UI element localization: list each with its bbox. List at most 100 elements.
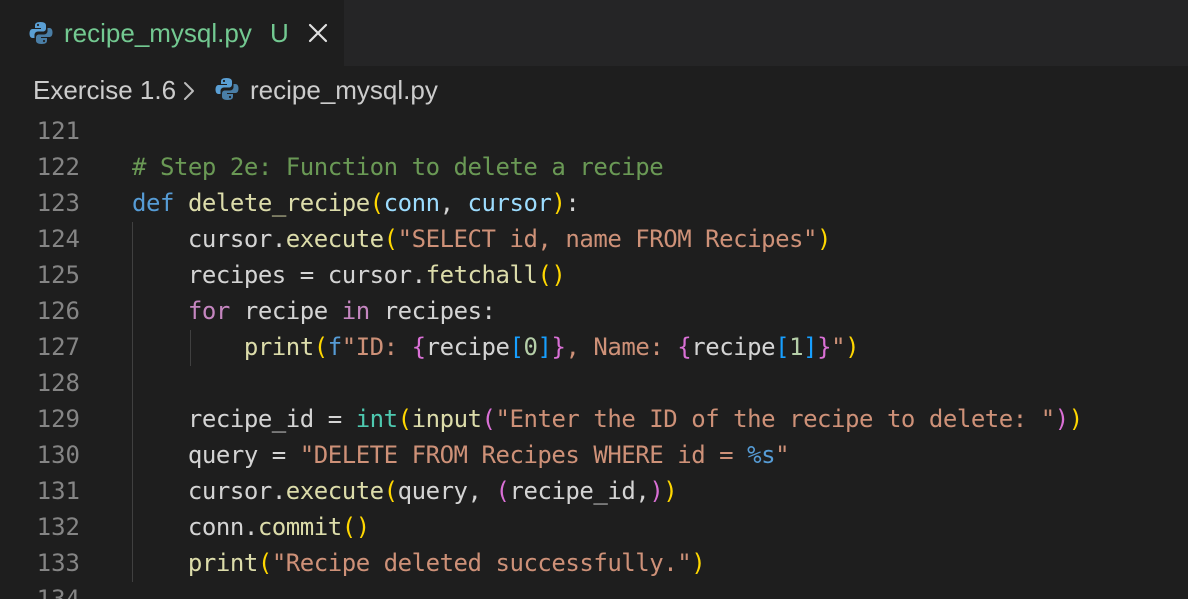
code-token: . [411, 261, 426, 289]
code-token: , [439, 189, 468, 217]
code-line[interactable]: 133 print("Recipe deleted successfully."… [0, 545, 1188, 581]
code-token: ( [481, 405, 496, 433]
code-editor[interactable]: 121 122 # Step 2e: Function to delete a re… [0, 114, 1188, 599]
code-token: for [187, 297, 230, 325]
code-text: recipe_id = int(input("Enter the ID of t… [132, 401, 1083, 437]
code-token: recipe_id [509, 477, 636, 505]
code-token: %s [747, 441, 776, 469]
code-line[interactable]: 124 cursor.execute("SELECT id, name FROM… [0, 221, 1188, 257]
code-token: [ [509, 333, 524, 361]
code-token: recipe [425, 333, 510, 361]
code-line[interactable]: 125 recipes = cursor.fetchall() [0, 257, 1188, 293]
code-text: # Step 2e: Function to delete a recipe [132, 149, 664, 185]
code-token: "Recipe deleted successfully." [271, 549, 692, 577]
line-number: 133 [36, 549, 80, 577]
line-number: 130 [36, 441, 80, 469]
code-text: for recipe in recipes: [132, 293, 496, 329]
code-token: delete_recipe [187, 189, 370, 217]
code-text: cursor.execute("SELECT id, name FROM Rec… [132, 221, 832, 257]
breadcrumb-file[interactable]: recipe_mysql.py [250, 74, 438, 106]
code-token: 1 [789, 333, 804, 361]
code-token: ( [397, 405, 412, 433]
code-line[interactable]: 123 def delete_recipe(conn, cursor): [0, 185, 1188, 221]
code-token: commit [257, 513, 342, 541]
code-token: "DELETE FROM Recipes WHERE id = [299, 441, 748, 469]
line-number: 132 [36, 513, 80, 541]
code-line[interactable]: 131 cursor.execute(query, (recipe_id,)) [0, 473, 1188, 509]
code-token: () [341, 513, 370, 541]
code-token: ) [1054, 405, 1069, 433]
code-text: cursor.execute(query, (recipe_id,)) [132, 473, 678, 509]
code-text: def delete_recipe(conn, cursor): [132, 185, 580, 221]
code-token: input [411, 405, 482, 433]
breadcrumb-folder[interactable]: Exercise 1.6 [33, 74, 176, 106]
code-token: f [327, 333, 342, 361]
code-token: cursor [187, 225, 272, 253]
python-file-icon [28, 20, 54, 51]
breadcrumb: Exercise 1.6 recipe_mysql.py [0, 66, 1188, 114]
code-token: , [467, 477, 496, 505]
code-token: "SELECT id, name FROM Recipes" [397, 225, 818, 253]
code-line[interactable]: 130 query = "DELETE FROM Recipes WHERE i… [0, 437, 1188, 473]
line-number: 124 [36, 225, 80, 253]
code-line[interactable]: 122 # Step 2e: Function to delete a recip… [0, 149, 1188, 185]
code-token: recipes [383, 297, 482, 325]
code-token: = [285, 261, 328, 289]
code-token: int [355, 405, 398, 433]
code-token: [ [775, 333, 790, 361]
python-file-icon [214, 76, 240, 107]
code-token: { [411, 333, 426, 361]
code-token: conn [187, 513, 244, 541]
code-token: cursor [327, 261, 412, 289]
code-token: ( [369, 189, 384, 217]
code-token: ) [663, 477, 678, 505]
line-number: 121 [36, 117, 80, 145]
code-token: { [677, 333, 692, 361]
code-text: print(f"ID: {recipe[0]}, Name: {recipe[1… [132, 329, 860, 365]
code-token: recipe_id [187, 405, 314, 433]
line-number: 122 [36, 153, 80, 181]
code-token: ( [257, 549, 272, 577]
code-token: : [565, 189, 580, 217]
code-token: , [635, 477, 650, 505]
code-line[interactable]: 126 for recipe in recipes: [0, 293, 1188, 329]
code-text: print("Recipe deleted successfully.") [132, 545, 706, 581]
code-token: } [817, 333, 832, 361]
code-text: conn.commit() [132, 509, 370, 545]
code-text: query = "DELETE FROM Recipes WHERE id = … [132, 437, 790, 473]
code-token: cursor [187, 477, 272, 505]
code-token: . [271, 225, 286, 253]
code-token: ] [803, 333, 818, 361]
code-line[interactable]: 121 [0, 114, 1188, 149]
close-icon[interactable] [306, 21, 330, 45]
code-token: def [132, 189, 174, 217]
code-line[interactable]: 127 print(f"ID: {recipe[0]}, Name: {reci… [0, 329, 1188, 365]
code-token: execute [285, 477, 384, 505]
tab-filename: recipe_mysql.py [64, 18, 252, 48]
code-token: : [481, 297, 496, 325]
line-number: 127 [36, 333, 80, 361]
editor-tab-recipe-mysql[interactable]: recipe_mysql.py U [0, 0, 344, 66]
code-line[interactable]: 129 recipe_id = int(input("Enter the ID … [0, 401, 1188, 437]
code-line[interactable]: 134 [0, 581, 1188, 599]
code-token: ) [845, 333, 860, 361]
code-line[interactable]: 128 [0, 365, 1188, 401]
code-token: ] [537, 333, 552, 361]
code-token: ) [649, 477, 664, 505]
editor-tab-bar: recipe_mysql.py U [0, 0, 1188, 66]
code-line[interactable]: 132 conn.commit() [0, 509, 1188, 545]
code-token: ( [495, 477, 510, 505]
code-token: , Name: [565, 333, 678, 361]
code-token: in [341, 297, 370, 325]
code-token: fetchall [425, 261, 538, 289]
